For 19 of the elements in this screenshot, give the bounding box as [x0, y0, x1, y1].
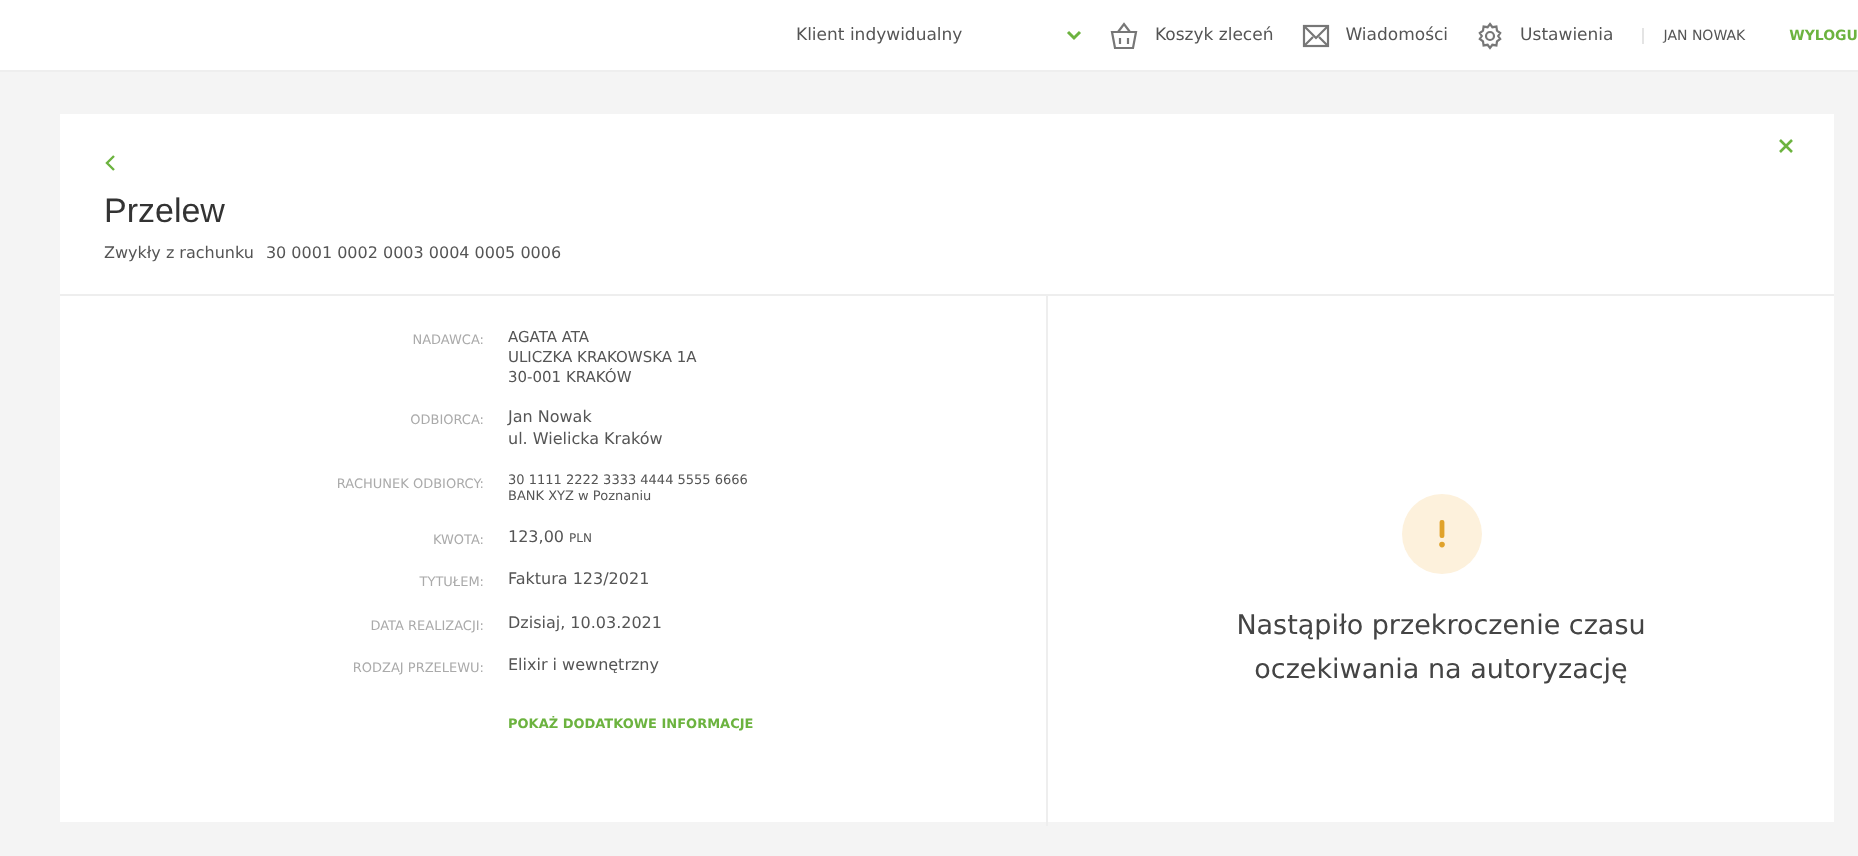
nav-link[interactable]: Ustawienia [1520, 25, 1614, 45]
detail-value: Jan Nowak ul. Wielicka Kraków [508, 408, 665, 451]
basket-icon [1110, 21, 1139, 49]
account-number: 30 0001 0002 0003 0004 0005 0006 [265, 244, 562, 262]
nav-link[interactable]: Wiadomości [1345, 25, 1449, 45]
client-select[interactable]: Klient indywidualny [796, 25, 1083, 45]
settings-icon [1476, 21, 1505, 49]
exclamation-icon [1437, 519, 1445, 548]
close-icon[interactable] [1778, 138, 1794, 154]
detail-value: Faktura 123/2021 [508, 570, 652, 592]
detail-value: Dzisiaj, 10.03.2021 [508, 613, 664, 635]
chevron-left-icon [104, 154, 116, 172]
detail-value: Elixir i wewnętrzny [508, 656, 661, 677]
timeout-message: Nastąpiło przekroczenie czasu oczekiwania na autoryzację [1234, 607, 1648, 689]
nav-link[interactable]: Koszyk zleceń [1154, 25, 1274, 45]
page-title: Przelew [104, 192, 227, 232]
subtitle-label: Zwykły z rachunku [104, 244, 254, 262]
mail-icon [1301, 21, 1330, 49]
chevron-down-icon [1066, 29, 1083, 41]
